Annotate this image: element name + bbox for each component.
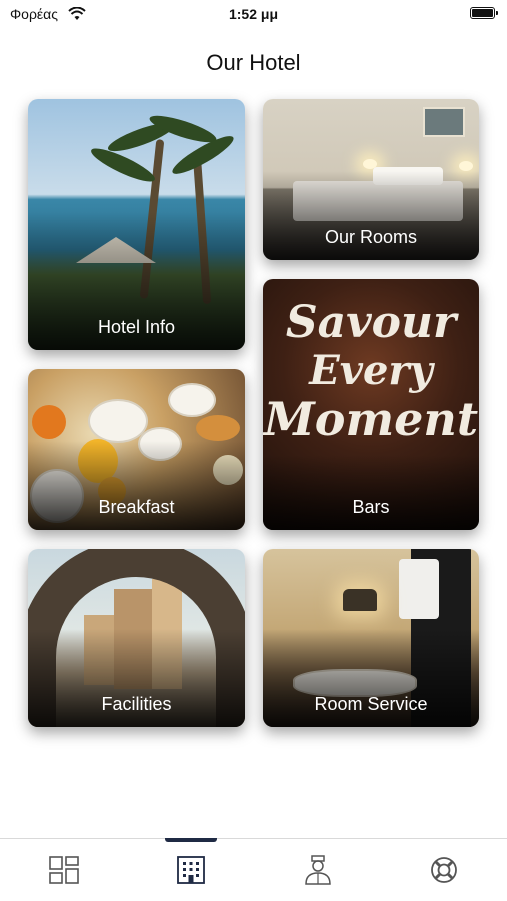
facilities-tile[interactable]: Facilities xyxy=(28,549,245,727)
page-title: Our Hotel xyxy=(206,50,301,75)
concierge-icon[interactable] xyxy=(302,855,334,885)
hotel-building-icon[interactable] xyxy=(175,855,207,885)
breakfast-tile[interactable]: Breakfast xyxy=(28,369,245,530)
breakfast-label: Breakfast xyxy=(98,497,175,517)
tab-bar xyxy=(0,838,507,901)
lifebuoy-icon[interactable] xyxy=(428,855,460,885)
hotel-info-tile[interactable]: Hotel Info xyxy=(28,99,245,350)
room-service-label: Room Service xyxy=(314,694,428,714)
bars-label: Bars xyxy=(352,497,390,517)
room-service-tile[interactable]: Room Service xyxy=(263,549,479,727)
facilities-label: Facilities xyxy=(101,694,172,714)
status-time: 1:52 μμ xyxy=(228,6,279,22)
battery-icon xyxy=(470,7,498,19)
bars-tile[interactable]: Savour Every Moment Bars xyxy=(263,279,479,530)
our-rooms-label: Our Rooms xyxy=(324,227,418,247)
tab-selected-indicator xyxy=(165,838,217,842)
status-bar: Φορέας 1:52 μμ xyxy=(0,0,507,30)
our-rooms-tile[interactable]: Our Rooms xyxy=(263,99,479,260)
dashboard-icon[interactable] xyxy=(48,855,80,885)
hotel-info-label: Hotel Info xyxy=(97,317,176,337)
